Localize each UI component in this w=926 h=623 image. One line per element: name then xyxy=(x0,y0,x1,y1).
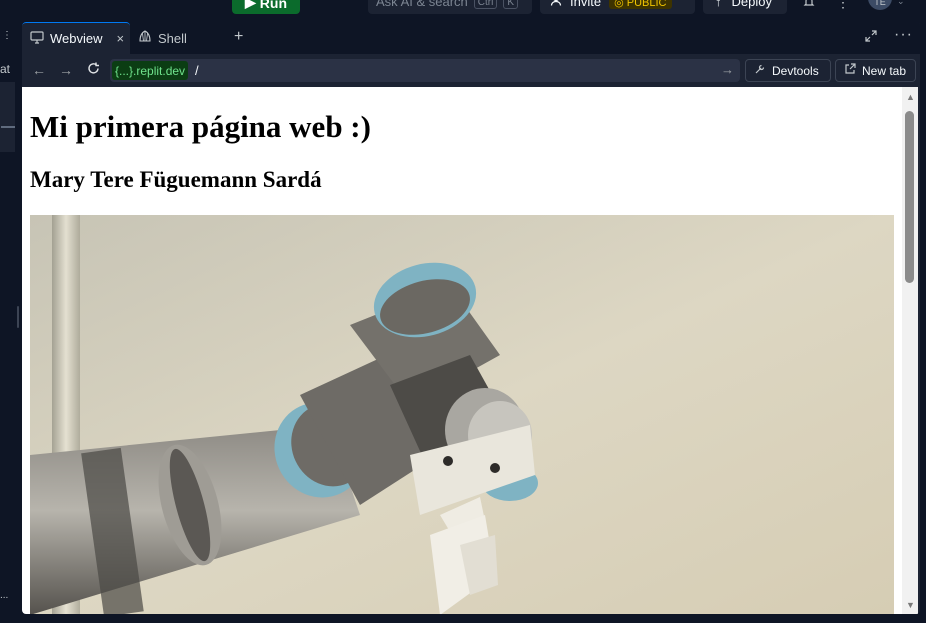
devtools-label: Devtools xyxy=(772,63,819,78)
more-options-icon[interactable]: ⋮ xyxy=(836,0,850,11)
tab-webview-label: Webview xyxy=(50,31,103,46)
workspace-header: ▶ Run Ask AI & search Ctrl K Invite ◎ PU… xyxy=(0,0,926,22)
monitor-icon xyxy=(30,30,44,47)
left-panel-more-icon[interactable]: ⋮ xyxy=(2,30,12,41)
webview-pane: Webview × Shell + ··· ← → {...}.replit.d… xyxy=(22,22,920,614)
shortcut-k-key: K xyxy=(503,0,518,9)
shortcut-ctrl-key: Ctrl xyxy=(473,0,498,9)
url-domain[interactable]: {...}.replit.dev xyxy=(112,61,189,80)
deploy-label: Deploy xyxy=(731,0,772,9)
public-badge-label: PUBLIC xyxy=(626,0,667,9)
user-add-icon xyxy=(550,0,562,9)
deploy-icon: ↑ xyxy=(715,0,722,9)
webview-scrollbar[interactable]: ▲ ▼ xyxy=(902,87,918,614)
new-tab-button[interactable]: New tab xyxy=(835,59,916,82)
left-panel-partial-label: at xyxy=(0,62,11,76)
search-input[interactable]: Ask AI & search Ctrl K xyxy=(368,0,532,14)
globe-icon: ◎ xyxy=(614,0,624,9)
scroll-up-arrow-icon[interactable]: ▲ xyxy=(906,92,915,102)
page-title: Mi primera página web :) xyxy=(30,109,371,144)
invite-label: Invite xyxy=(570,0,602,9)
back-arrow-icon[interactable]: ← xyxy=(32,62,46,78)
avatar[interactable]: TE xyxy=(868,0,892,10)
expand-icon[interactable] xyxy=(864,29,878,46)
tab-shell[interactable]: Shell xyxy=(130,22,220,54)
devtools-button[interactable]: Devtools xyxy=(745,59,831,82)
tab-webview[interactable]: Webview × xyxy=(22,22,130,54)
go-arrow-icon[interactable]: → xyxy=(721,62,734,77)
left-panel-bottom-more[interactable]: ... xyxy=(0,590,8,601)
left-panel-scrollbar[interactable] xyxy=(0,82,15,152)
avatar-initials: TE xyxy=(874,0,886,7)
scroll-down-arrow-icon[interactable]: ▼ xyxy=(906,600,915,610)
shell-icon xyxy=(138,30,152,46)
tab-shell-label: Shell xyxy=(158,30,187,46)
close-icon[interactable]: × xyxy=(117,31,125,46)
left-panel-scroll-thumb[interactable] xyxy=(1,126,15,128)
new-tab-label: New tab xyxy=(862,63,907,78)
bell-icon[interactable] xyxy=(803,0,815,11)
public-badge: ◎ PUBLIC xyxy=(609,0,672,9)
url-input[interactable]: {...}.replit.dev / → xyxy=(110,59,740,82)
url-toolbar: ← → {...}.replit.dev / → Devtools New ta… xyxy=(22,54,920,87)
run-label: Run xyxy=(259,0,287,11)
robot-arm-photo xyxy=(30,215,894,614)
pane-more-options-icon[interactable]: ··· xyxy=(894,26,913,44)
forward-arrow-icon[interactable]: → xyxy=(59,62,73,78)
scroll-thumb[interactable] xyxy=(905,111,914,283)
robot-arm-illustration xyxy=(30,215,894,614)
reload-icon[interactable] xyxy=(86,61,101,79)
pane-tab-bar: Webview × Shell + ··· xyxy=(22,22,920,54)
chevron-down-icon[interactable]: ⌄ xyxy=(897,0,905,7)
left-panel-edge: ⋮ at ... xyxy=(0,22,19,623)
webview-content: Mi primera página web :) Mary Tere Fügue… xyxy=(22,87,918,614)
page-subtitle: Mary Tere Füguemann Sardá xyxy=(30,167,322,192)
url-path[interactable]: / xyxy=(195,63,199,78)
search-placeholder: Ask AI & search xyxy=(376,0,468,9)
resize-handle[interactable] xyxy=(17,306,19,328)
invite-button[interactable]: Invite ◎ PUBLIC xyxy=(540,0,695,14)
run-button[interactable]: ▶ Run xyxy=(232,0,300,14)
add-tab-icon[interactable]: + xyxy=(234,28,243,46)
play-icon: ▶ xyxy=(245,0,256,10)
deploy-button[interactable]: ↑ Deploy xyxy=(703,0,787,14)
external-link-icon xyxy=(844,63,856,78)
wrench-icon xyxy=(754,63,766,78)
